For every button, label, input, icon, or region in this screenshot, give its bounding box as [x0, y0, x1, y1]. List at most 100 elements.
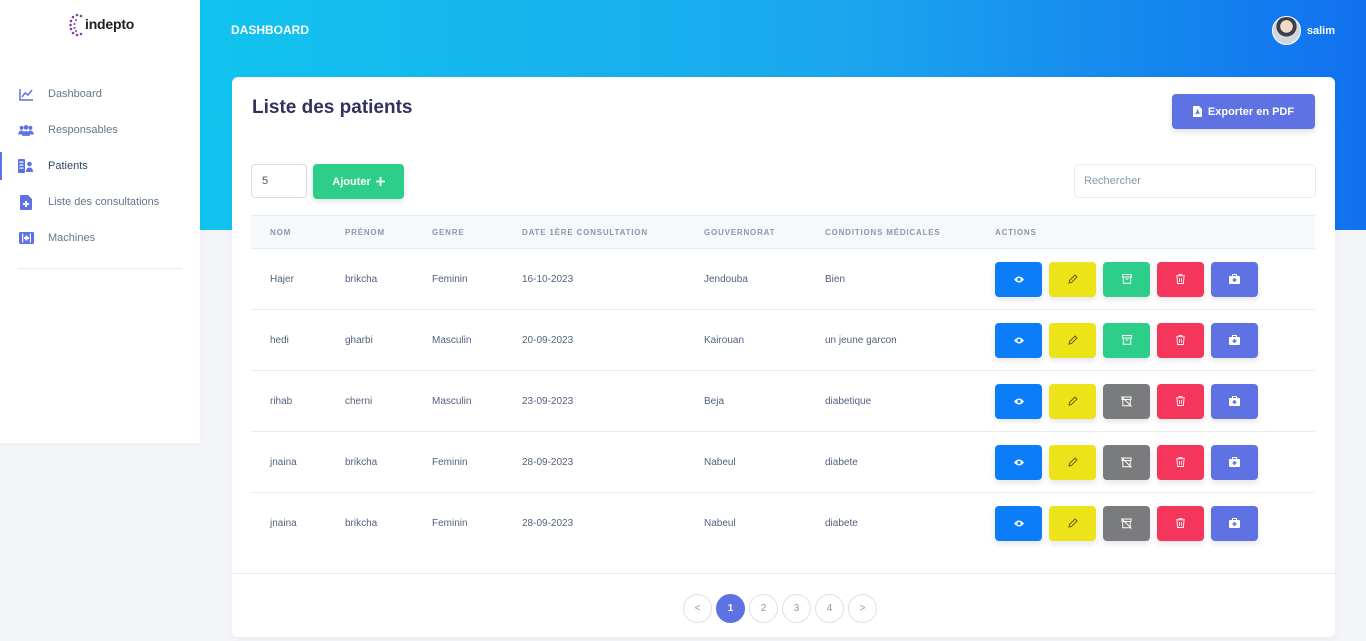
archive-button[interactable] [1103, 261, 1150, 297]
medical-kit-icon [1229, 274, 1240, 284]
archive-button[interactable] [1103, 322, 1150, 358]
items-per-page-input[interactable] [251, 164, 307, 198]
column-header-prenom[interactable]: PRÉNOM [326, 216, 413, 249]
logo-text: indepto [85, 16, 135, 32]
column-header-date[interactable]: DATE 1ÈRE CONSULTATION [503, 216, 685, 249]
pagination-page-2[interactable]: 2 [749, 594, 778, 623]
archive-off-icon [1121, 456, 1132, 468]
patients-table: NOM PRÉNOM GENRE DATE 1ÈRE CONSULTATION … [251, 215, 1315, 554]
sidebar-item-patients[interactable]: Patients [0, 148, 200, 184]
cell-nom: hedi [270, 334, 289, 346]
medical-kit-icon [1229, 335, 1240, 345]
trash-icon [1176, 457, 1185, 467]
cell-nom: Hajer [270, 273, 294, 285]
view-button[interactable] [995, 383, 1042, 419]
pencil-icon [1067, 274, 1078, 284]
delete-button[interactable] [1157, 261, 1204, 297]
archive-icon [1121, 274, 1132, 284]
trash-icon [1176, 335, 1185, 345]
delete-button[interactable] [1157, 322, 1204, 358]
delete-button[interactable] [1157, 383, 1204, 419]
table-row: rihab cherni Masculin 23-09-2023 Beja diabeti… [251, 371, 1315, 432]
column-header-actions: ACTIONS [995, 227, 1037, 237]
logo-icon [69, 13, 83, 37]
user-name[interactable]: salim [1307, 25, 1335, 37]
unarchive-button[interactable] [1103, 383, 1150, 419]
unarchive-button[interactable] [1103, 444, 1150, 480]
unarchive-button[interactable] [1103, 505, 1150, 541]
archive-icon [1121, 335, 1132, 345]
cell-actions [976, 249, 1315, 310]
cell-nom: jnaina [270, 456, 297, 468]
card-footer-divider [232, 573, 1335, 574]
pagination-page-1[interactable]: 1 [716, 594, 745, 623]
table-row: hedi gharbi Masculin 20-09-2023 Kairouan un j… [251, 310, 1315, 371]
sidebar-item-dashboard[interactable]: Dashboard [0, 76, 200, 112]
view-button[interactable] [995, 505, 1042, 541]
sidebar-item-label: Dashboard [48, 88, 102, 100]
avatar[interactable] [1271, 16, 1301, 45]
sidebar-item-label: Patients [48, 160, 88, 172]
table-row: jnaina brikcha Feminin 28-09-2023 Nabeul diab… [251, 432, 1315, 493]
pagination-prev[interactable]: < [683, 594, 712, 623]
column-header-nom[interactable]: NOM [251, 216, 326, 249]
add-label: Ajouter [332, 175, 371, 188]
delete-button[interactable] [1157, 444, 1204, 480]
edit-button[interactable] [1049, 322, 1096, 358]
cell-genre: Masculin [432, 395, 472, 407]
consultation-button[interactable] [1211, 322, 1258, 358]
sidebar-item-label: Liste des consultations [48, 196, 160, 208]
consultation-button[interactable] [1211, 383, 1258, 419]
column-header-genre[interactable]: GENRE [413, 216, 503, 249]
pencil-icon [1067, 457, 1078, 467]
consultation-button[interactable] [1211, 261, 1258, 297]
cell-gouvernorat: Kairouan [704, 334, 745, 346]
sidebar-item-consultations[interactable]: Liste des consultations [0, 184, 200, 220]
archive-off-icon [1121, 517, 1132, 529]
add-patient-button[interactable]: Ajouter [313, 164, 404, 199]
table-row: Hajer brikcha Feminin 16-10-2023 Jendouba Bie… [251, 249, 1315, 310]
user-menu[interactable]: salim [1271, 16, 1335, 45]
cell-date: 16-10-2023 [522, 273, 574, 285]
pagination: < 1 2 3 4 > [683, 594, 877, 623]
pagination-page-4[interactable]: 4 [815, 594, 844, 623]
cell-genre: Feminin [432, 456, 468, 468]
column-header-conditions[interactable]: CONDITIONS MÉDICALES [806, 216, 976, 249]
table-header-row: NOM PRÉNOM GENRE DATE 1ÈRE CONSULTATION … [251, 215, 1315, 249]
cell-date: 28-09-2023 [522, 517, 574, 529]
cell-nom: rihab [270, 395, 293, 407]
edit-button[interactable] [1049, 505, 1096, 541]
eye-icon [1013, 276, 1024, 283]
cell-prenom: brikcha [345, 456, 378, 468]
export-pdf-button[interactable]: Exporter en PDF [1172, 94, 1315, 129]
logo[interactable]: indepto [67, 10, 134, 38]
cell-actions [976, 432, 1315, 493]
page-title: Liste des patients [252, 97, 413, 118]
cell-prenom: brikcha [345, 273, 378, 285]
delete-button[interactable] [1157, 505, 1204, 541]
eye-icon [1013, 337, 1024, 344]
cell-conditions: diabetique [825, 395, 872, 407]
view-button[interactable] [995, 444, 1042, 480]
view-button[interactable] [995, 322, 1042, 358]
edit-button[interactable] [1049, 444, 1096, 480]
column-header-gouvernorat[interactable]: GOUVERNORAT [685, 216, 806, 249]
archive-off-icon [1121, 395, 1132, 407]
edit-button[interactable] [1049, 261, 1096, 297]
edit-button[interactable] [1049, 383, 1096, 419]
pencil-icon [1067, 518, 1078, 528]
pagination-page-3[interactable]: 3 [782, 594, 811, 623]
view-button[interactable] [995, 261, 1042, 297]
sidebar-item-machines[interactable]: Machines [0, 220, 200, 256]
pagination-next[interactable]: > [848, 594, 877, 623]
pencil-icon [1067, 335, 1078, 345]
search-input[interactable] [1074, 164, 1316, 198]
consultation-button[interactable] [1211, 505, 1258, 541]
cell-date: 23-09-2023 [522, 395, 574, 407]
cell-genre: Masculin [432, 334, 472, 346]
sidebar-item-label: Machines [48, 232, 96, 244]
sidebar-item-responsables[interactable]: Responsables [0, 112, 200, 148]
file-medical-icon [18, 194, 34, 210]
chart-line-icon [18, 86, 34, 102]
consultation-button[interactable] [1211, 444, 1258, 480]
